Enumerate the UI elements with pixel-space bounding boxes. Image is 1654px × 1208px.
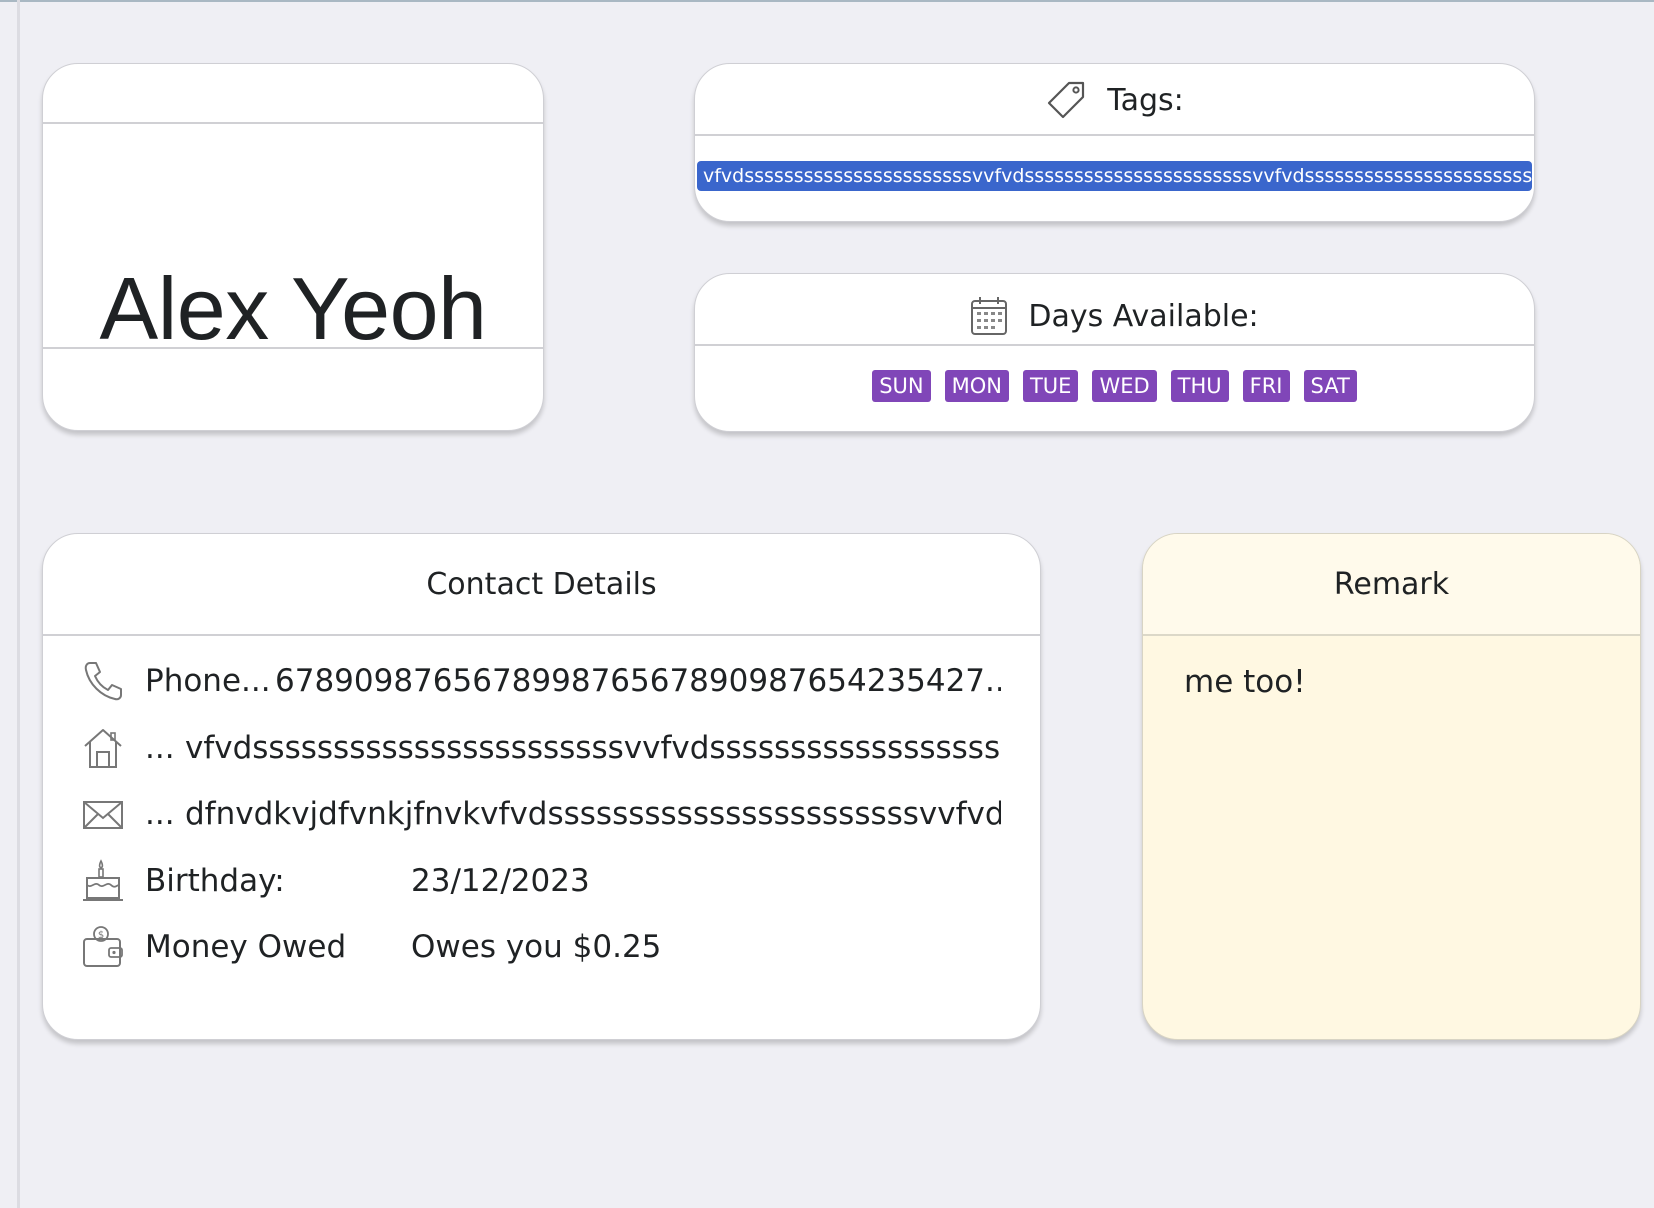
- address-label: ...: [145, 730, 175, 766]
- tags-label: Tags:: [1107, 82, 1184, 118]
- calendar-icon: [970, 296, 1008, 336]
- day-badge-fri: FRI: [1242, 370, 1290, 402]
- money-owed-label: Money Owed: [145, 929, 347, 965]
- email-value[interactable]: dfnvdkvjdfvnkjfnvkvfvdssssssssssssssssss…: [185, 796, 1001, 832]
- divider: [43, 634, 1040, 636]
- window-top-border: [0, 0, 1654, 2]
- phone-row: Phone... 6789098765678998765678909876542…: [81, 656, 1001, 706]
- money-owed-value: Owes you $0.25: [411, 929, 662, 965]
- tags-card: Tags: vfvdsssssssssssssssssssssssvvfvdss…: [694, 63, 1535, 222]
- days-label: Days Available:: [1028, 298, 1259, 334]
- contact-details-title: Contact Details: [426, 566, 657, 602]
- birthday-value: 23/12/2023: [411, 863, 590, 899]
- address-value[interactable]: vfvdsssssssssssssssssssssssvvfvdssssssss…: [185, 730, 1001, 766]
- divider: [1143, 634, 1640, 636]
- wallet-icon: $: [81, 925, 125, 969]
- phone-value[interactable]: 67890987656789987656789098765423542​7...: [275, 663, 1001, 699]
- day-badge-mon: MON: [944, 370, 1009, 402]
- phone-label: Phone...: [145, 663, 271, 699]
- day-badge-tue: TUE: [1022, 370, 1079, 402]
- email-row: ... dfnvdkvjdfvnkjfnvkvfvdssssssssssssss…: [81, 789, 1001, 839]
- tag-icon: [1045, 79, 1087, 121]
- day-badge-sun: SUN: [872, 370, 931, 402]
- remark-card: Remark me too!: [1142, 533, 1641, 1040]
- address-row: ... vfvdsssssssssssssssssssssssvvfvdssss…: [81, 723, 1001, 773]
- envelope-icon: [81, 792, 125, 836]
- divider: [43, 122, 543, 124]
- money-owed-row: $ Money Owed Owes you $0.25: [81, 922, 1001, 972]
- remark-text[interactable]: me too!: [1184, 664, 1306, 700]
- name-card: Alex Yeoh: [42, 63, 544, 431]
- day-badge-wed: WED: [1092, 370, 1157, 402]
- cake-icon: [81, 859, 125, 903]
- divider: [695, 134, 1534, 136]
- divider: [43, 347, 543, 349]
- day-badge-thu: THU: [1170, 370, 1229, 402]
- birthday-row: Birthday: 23/12/2023: [81, 856, 1001, 906]
- contact-details-card: Contact Details Phone... 678909876567899…: [42, 533, 1041, 1040]
- email-label: ...: [145, 796, 175, 832]
- days-available-card: Days Available: SUN MON TUE WED THU FRI …: [694, 273, 1535, 432]
- tags-header: Tags:: [695, 64, 1534, 136]
- house-icon: [81, 726, 125, 770]
- window-left-border: [17, 0, 20, 1208]
- remark-title: Remark: [1143, 534, 1640, 634]
- tag-chip[interactable]: vfvdsssssssssssssssssssssssvvfvdssssssss…: [697, 161, 1532, 191]
- birthday-label: Birthday:: [145, 863, 285, 899]
- day-badges: SUN MON TUE WED THU FRI SAT: [695, 370, 1534, 402]
- day-badge-sat: SAT: [1303, 370, 1357, 402]
- person-name: Alex Yeoh: [99, 259, 488, 358]
- phone-icon: [81, 659, 125, 703]
- divider: [695, 344, 1534, 346]
